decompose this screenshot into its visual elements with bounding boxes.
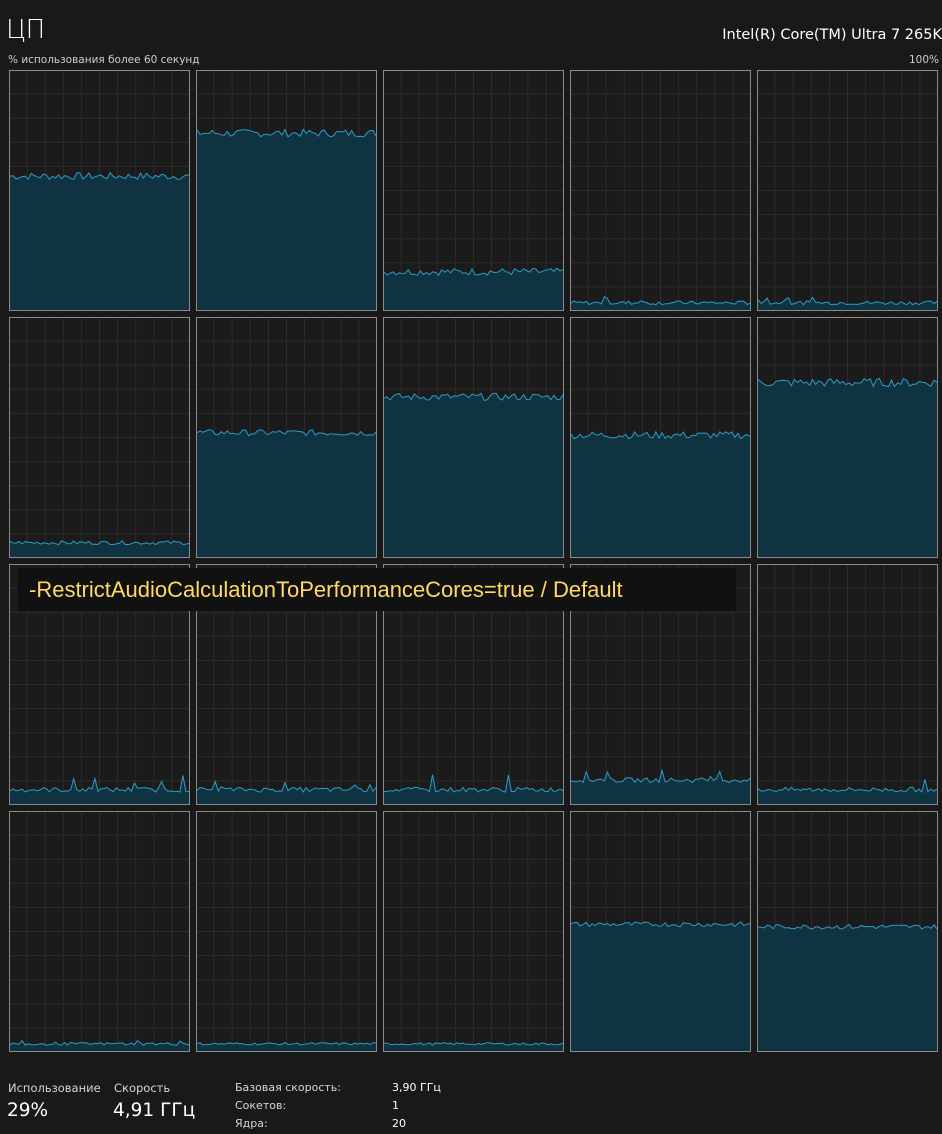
core-graph-7[interactable] (196, 317, 377, 558)
usage-value: 29% (7, 1100, 49, 1121)
cores-label: Ядра: (235, 1117, 268, 1130)
speed-label: Скорость (114, 1081, 171, 1095)
cores-value: 20 (392, 1117, 406, 1130)
core-graph-20[interactable] (757, 811, 938, 1052)
core-usage-area (197, 129, 376, 310)
core-graph-10[interactable] (757, 317, 938, 558)
core-graph-8[interactable] (383, 317, 564, 558)
core-usage-area (758, 378, 937, 557)
core-usage-area (758, 924, 937, 1051)
core-usage-area (384, 393, 563, 557)
core-graph-9[interactable] (570, 317, 751, 558)
core-graphs-grid[interactable] (0, 0, 942, 1060)
base-speed-value: 3,90 ГГц (392, 1081, 441, 1094)
core-graph-2[interactable] (196, 70, 377, 311)
sockets-value: 1 (392, 1099, 399, 1112)
core-graph-19[interactable] (570, 811, 751, 1052)
speed-value: 4,91 ГГц (113, 1100, 196, 1121)
core-graph-18[interactable] (383, 811, 564, 1052)
annotation-text: -RestrictAudioCalculationToPerformanceCo… (29, 577, 623, 602)
sockets-label: Сокетов: (235, 1099, 287, 1112)
core-graph-1[interactable] (9, 70, 190, 311)
core-usage-area (571, 922, 750, 1051)
annotation-overlay: -RestrictAudioCalculationToPerformanceCo… (18, 568, 736, 611)
core-graph-6[interactable] (9, 317, 190, 558)
usage-label: Использование (8, 1081, 101, 1095)
core-graph-3[interactable] (383, 70, 564, 311)
core-graph-17[interactable] (196, 811, 377, 1052)
core-usage-area (571, 431, 750, 557)
base-speed-label: Базовая скорость: (235, 1081, 341, 1094)
core-graph-15[interactable] (757, 564, 938, 805)
core-graph-4[interactable] (570, 70, 751, 311)
core-graph-16[interactable] (9, 811, 190, 1052)
core-usage-area (197, 429, 376, 557)
core-graph-5[interactable] (757, 70, 938, 311)
core-usage-area (10, 172, 189, 310)
